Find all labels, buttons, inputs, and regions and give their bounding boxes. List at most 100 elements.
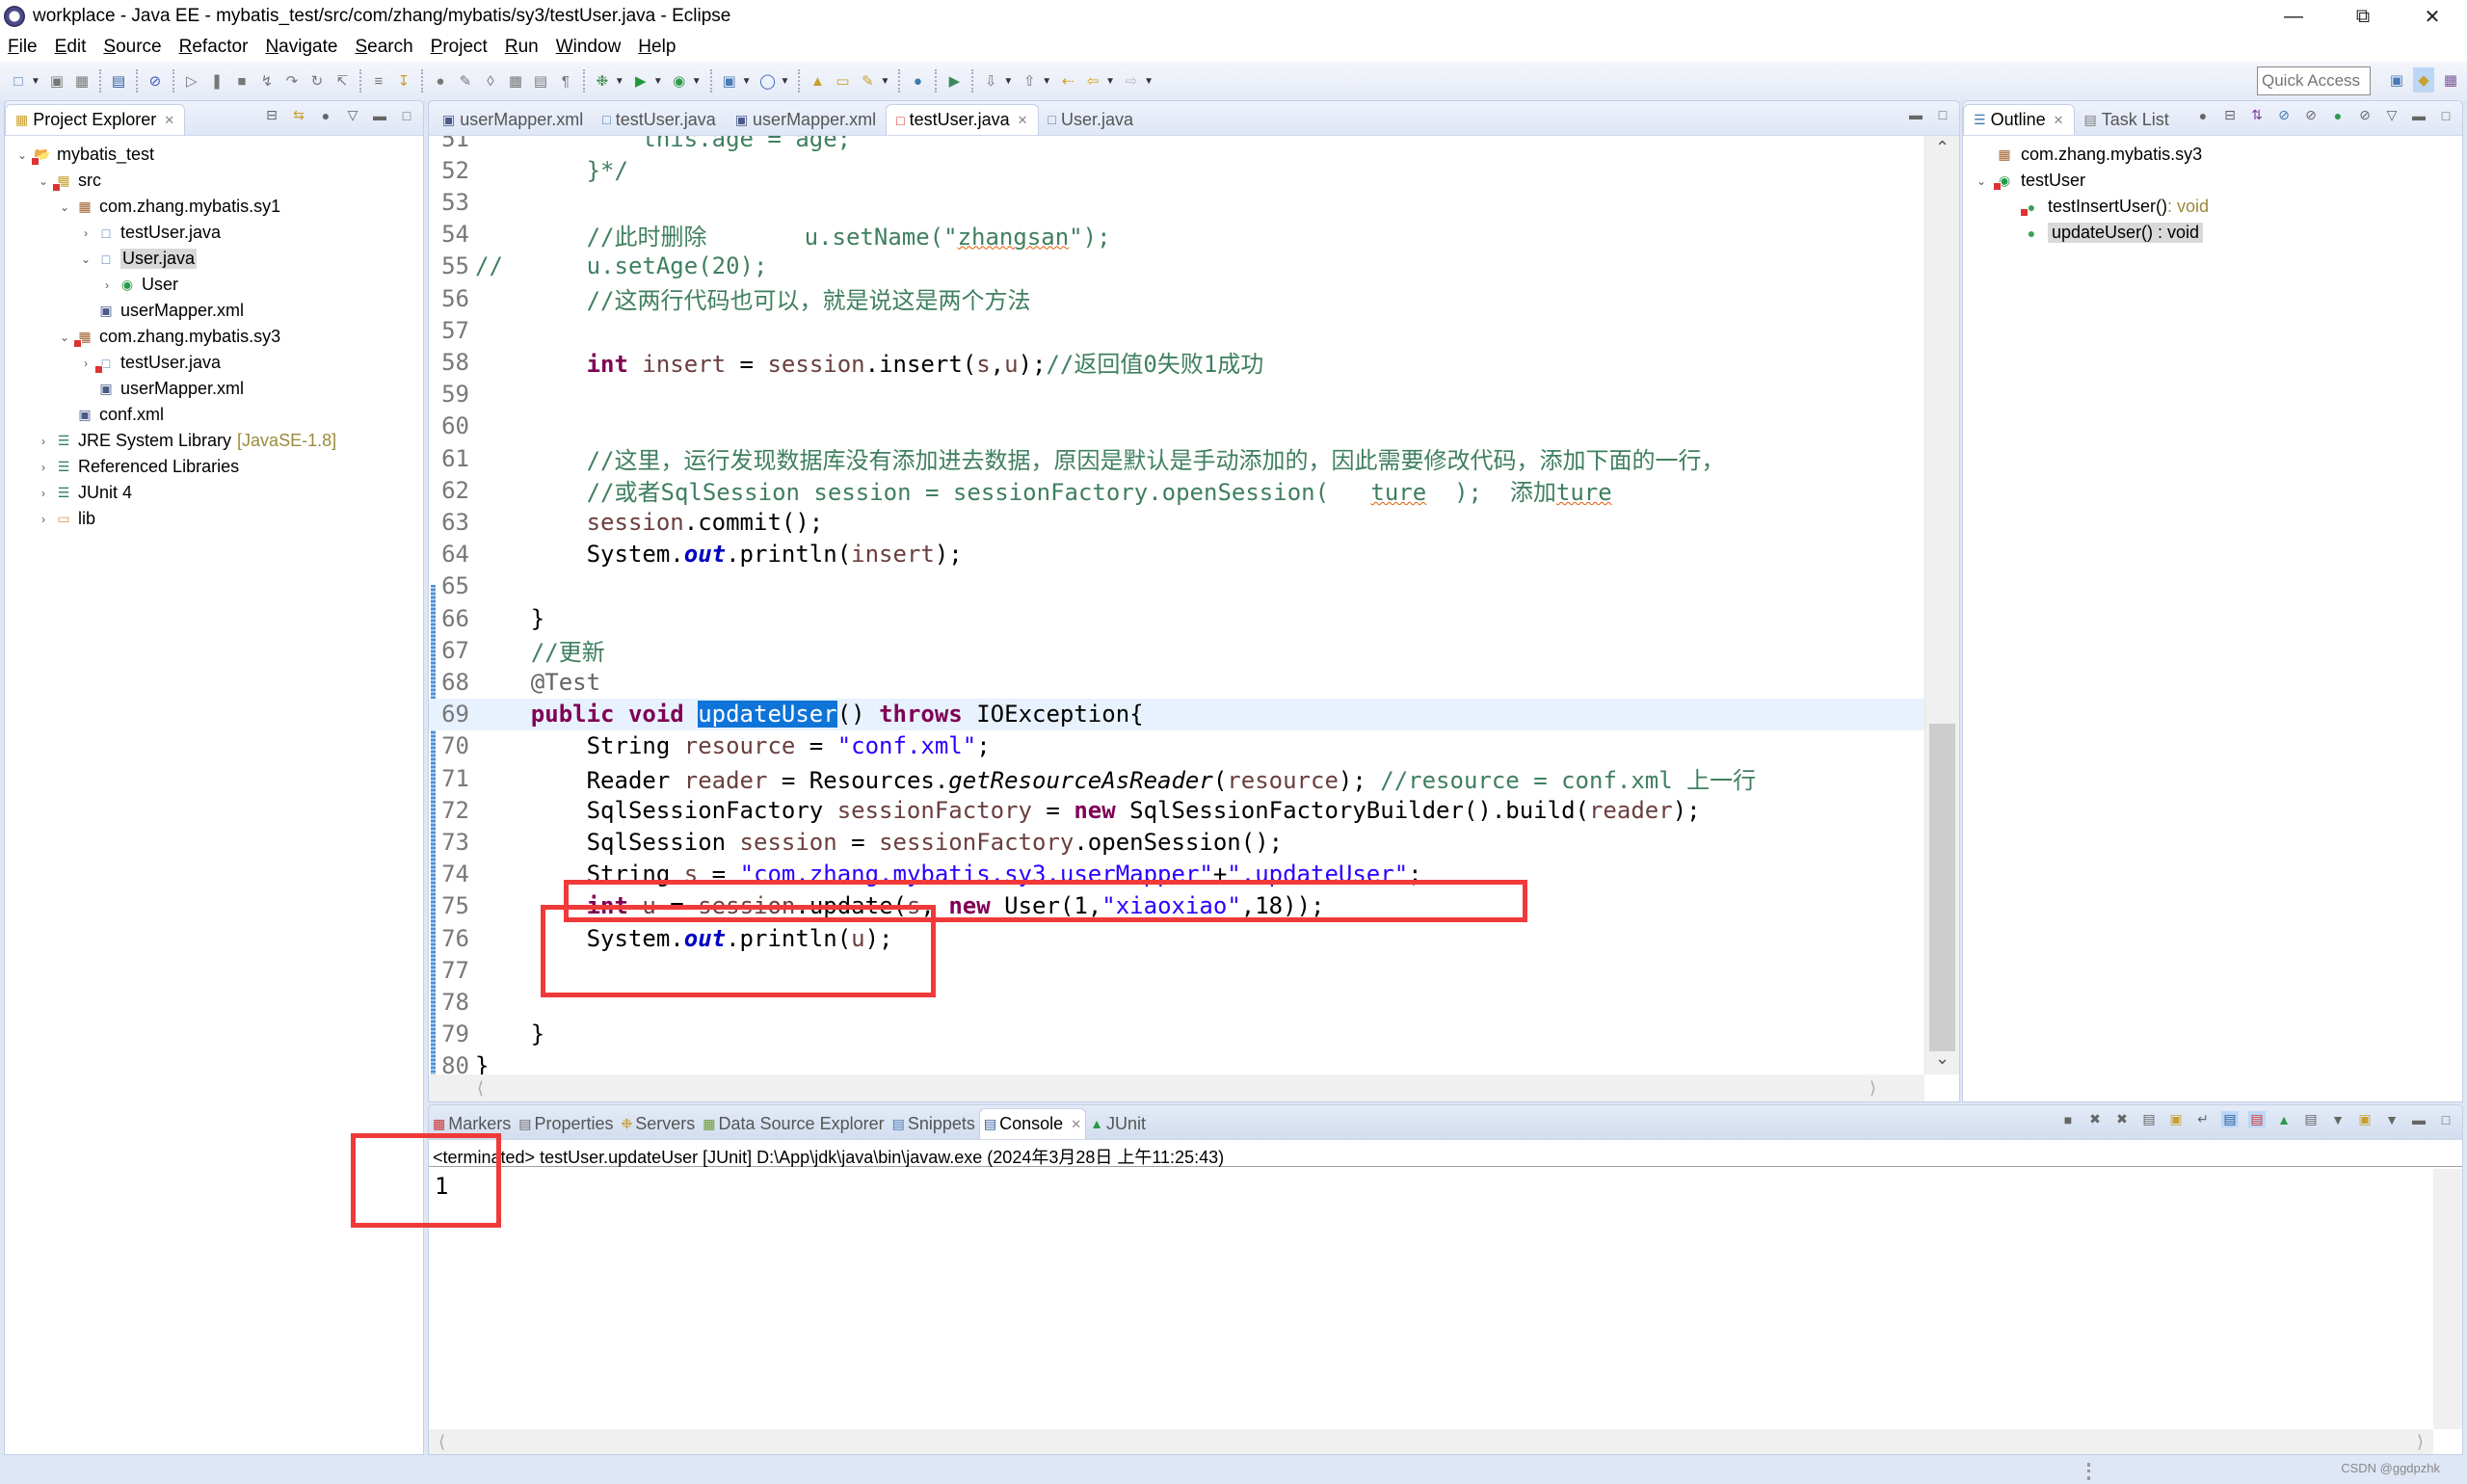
code-line[interactable]: 74 String s = "com.zhang.mybatis.sy3.use… <box>429 859 1924 890</box>
bottom-tab[interactable]: ▲ JUnit <box>1086 1108 1150 1139</box>
menu-source[interactable]: Source <box>101 37 163 58</box>
new-dropdown-icon[interactable]: ▼ <box>31 76 40 87</box>
terminal-icon[interactable]: ▤ <box>109 71 128 91</box>
run-icon[interactable]: ▶ <box>631 71 650 91</box>
display-console-dropdown-icon[interactable]: ▼ <box>2329 1112 2347 1127</box>
last-edit-location-icon[interactable]: ⇠ <box>1058 71 1077 91</box>
chevron-right-icon[interactable]: › <box>99 278 115 292</box>
outline-item[interactable]: ● updateUser() : void <box>1963 220 2462 246</box>
skip-breakpoints-icon[interactable]: ⊘ <box>146 71 165 91</box>
new-server-dropdown-icon[interactable]: ▼ <box>781 76 790 87</box>
menu-edit[interactable]: Edit <box>53 37 89 58</box>
chevron-right-icon[interactable]: › <box>78 357 93 370</box>
editor-tab[interactable]: ▣ userMapper.xml <box>433 104 593 135</box>
tree-item[interactable]: › □ testUser.java <box>5 350 423 376</box>
close-icon[interactable]: ✕ <box>1018 113 1028 128</box>
console-horizontal-scrollbar[interactable]: ⟨ ⟩ <box>429 1429 2433 1454</box>
tab-outline[interactable]: ☰ Outline ✕ <box>1963 104 2075 135</box>
code-line[interactable]: 69 public void updateUser() throws IOExc… <box>429 698 1924 730</box>
chevron-right-icon[interactable]: › <box>36 435 51 448</box>
tab-project-explorer[interactable]: ▦ Project Explorer ✕ <box>5 104 186 135</box>
search-dropdown-icon[interactable]: ▼ <box>880 76 889 87</box>
scroll-down-icon[interactable]: ⌄ <box>1925 1048 1959 1069</box>
scroll-left-icon[interactable]: ⟨ <box>438 1432 445 1452</box>
code-line[interactable]: 79 } <box>429 1019 1924 1050</box>
close-icon[interactable]: ✕ <box>2054 113 2064 128</box>
new-web-dropdown-icon[interactable]: ▼ <box>742 76 752 87</box>
forward-dropdown-icon[interactable]: ▼ <box>1144 76 1154 87</box>
pilcrow-icon[interactable]: ¶ <box>556 71 575 91</box>
view-menu-icon[interactable]: ▽ <box>2383 107 2401 123</box>
code-line[interactable]: 67 //更新 <box>429 634 1924 667</box>
status-grip[interactable] <box>2087 1463 2090 1480</box>
open-type-icon[interactable]: ▲ <box>808 71 827 91</box>
back-dropdown-icon[interactable]: ▼ <box>1105 76 1115 87</box>
menu-help[interactable]: Help <box>636 37 677 58</box>
scroll-left-icon[interactable]: ⟨ <box>477 1078 484 1099</box>
scroll-right-icon[interactable]: ⟩ <box>1870 1078 1876 1099</box>
scroll-thumb[interactable] <box>1929 724 1955 1051</box>
save-icon[interactable]: ▣ <box>47 71 66 91</box>
debug-icon[interactable]: ❉ <box>593 71 612 91</box>
remove-all-terminated-icon[interactable]: ✖ <box>2113 1111 2131 1127</box>
tree-item[interactable]: › ☰ JUnit 4 <box>5 480 423 506</box>
tree-item[interactable]: ⌄ ▦ src <box>5 168 423 194</box>
code-line[interactable]: 72 SqlSessionFactory sessionFactory = ne… <box>429 794 1924 826</box>
toggle-block-selection-icon[interactable]: ◊ <box>481 71 500 91</box>
tree-item[interactable]: › ☰ JRE System Library [JavaSE-1.8] <box>5 428 423 454</box>
maximize-icon[interactable]: □ <box>2437 1112 2454 1127</box>
quick-access-input[interactable] <box>2257 66 2371 95</box>
code-line[interactable]: 68 @Test <box>429 666 1924 698</box>
tree-item[interactable]: › □ testUser.java <box>5 220 423 246</box>
code-line[interactable]: 53 <box>429 186 1924 218</box>
code-line[interactable]: 70 String resource = "conf.xml"; <box>429 730 1924 762</box>
next-annotation-dropdown-icon[interactable]: ▼ <box>1003 76 1013 87</box>
web-browser-icon[interactable]: ● <box>908 71 927 91</box>
minimize-button[interactable]: — <box>2259 0 2328 33</box>
code-line[interactable]: 54 //此时删除 u.setName("zhangsan"); <box>429 219 1924 251</box>
open-console-dropdown-icon[interactable]: ▼ <box>2383 1112 2401 1127</box>
forward-icon[interactable]: ⇨ <box>1122 71 1141 91</box>
collapse-all-icon[interactable]: ⊟ <box>2221 107 2239 123</box>
tree-item[interactable]: › ▭ lib <box>5 506 423 532</box>
back-icon[interactable]: ⇦ <box>1083 71 1102 91</box>
chevron-right-icon[interactable]: › <box>36 461 51 474</box>
scroll-up-icon[interactable]: ⌃ <box>1925 138 1959 158</box>
previous-annotation-icon[interactable]: ⇧ <box>1020 71 1039 91</box>
use-step-filters-icon[interactable]: ↧ <box>394 71 413 91</box>
chevron-right-icon[interactable]: › <box>78 226 93 240</box>
code-line[interactable]: 63 session.commit(); <box>429 506 1924 538</box>
terminate-icon[interactable]: ■ <box>232 71 252 91</box>
resume-icon[interactable]: ▷ <box>182 71 201 91</box>
tree-item[interactable]: ⌄ 📂 mybatis_test <box>5 142 423 168</box>
run-external-tools-icon[interactable]: ◉ <box>670 71 689 91</box>
hide-non-public-icon[interactable]: ● <box>2329 108 2347 123</box>
tree-item[interactable]: ⌄ ▦ com.zhang.mybatis.sy1 <box>5 194 423 220</box>
show-console-stdout-icon[interactable]: ▤ <box>2221 1111 2239 1127</box>
chevron-down-icon[interactable]: ⌄ <box>57 331 72 344</box>
bottom-tab[interactable]: ❉ Servers <box>618 1108 700 1139</box>
code-line[interactable]: 57 <box>429 314 1924 346</box>
java-ee-perspective-icon[interactable]: ◆ <box>2413 67 2434 93</box>
code-line[interactable]: 78 <box>429 986 1924 1018</box>
code-line[interactable]: 73 SqlSession session = sessionFactory.o… <box>429 826 1924 858</box>
minimize-icon[interactable]: ▬ <box>371 108 388 123</box>
menu-window[interactable]: Window <box>554 37 623 58</box>
toggle-breadcrumb-icon[interactable]: ● <box>431 71 450 91</box>
maximize-icon[interactable]: □ <box>1934 107 1951 122</box>
bottom-tab[interactable]: ▦ Data Source Explorer <box>699 1108 888 1139</box>
maximize-icon[interactable]: □ <box>2437 108 2454 123</box>
open-console-icon[interactable]: ▣ <box>2356 1111 2374 1127</box>
code-line[interactable]: 64 System.out.println(insert); <box>429 539 1924 570</box>
minimize-icon[interactable]: ▬ <box>2410 108 2427 123</box>
chevron-right-icon[interactable]: › <box>36 487 51 500</box>
maximize-icon[interactable]: □ <box>398 108 415 123</box>
tree-item[interactable]: › ◉ User <box>5 272 423 298</box>
link-with-editor-icon[interactable]: ⇆ <box>290 107 307 123</box>
menu-navigate[interactable]: Navigate <box>263 37 339 58</box>
show-whitespace-icon[interactable]: ▦ <box>506 71 525 91</box>
close-icon[interactable]: ✕ <box>1071 1117 1081 1132</box>
hide-static-icon[interactable]: ⊘ <box>2302 107 2320 123</box>
menu-file[interactable]: File <box>6 37 40 58</box>
debug-dropdown-icon[interactable]: ▼ <box>615 76 624 87</box>
